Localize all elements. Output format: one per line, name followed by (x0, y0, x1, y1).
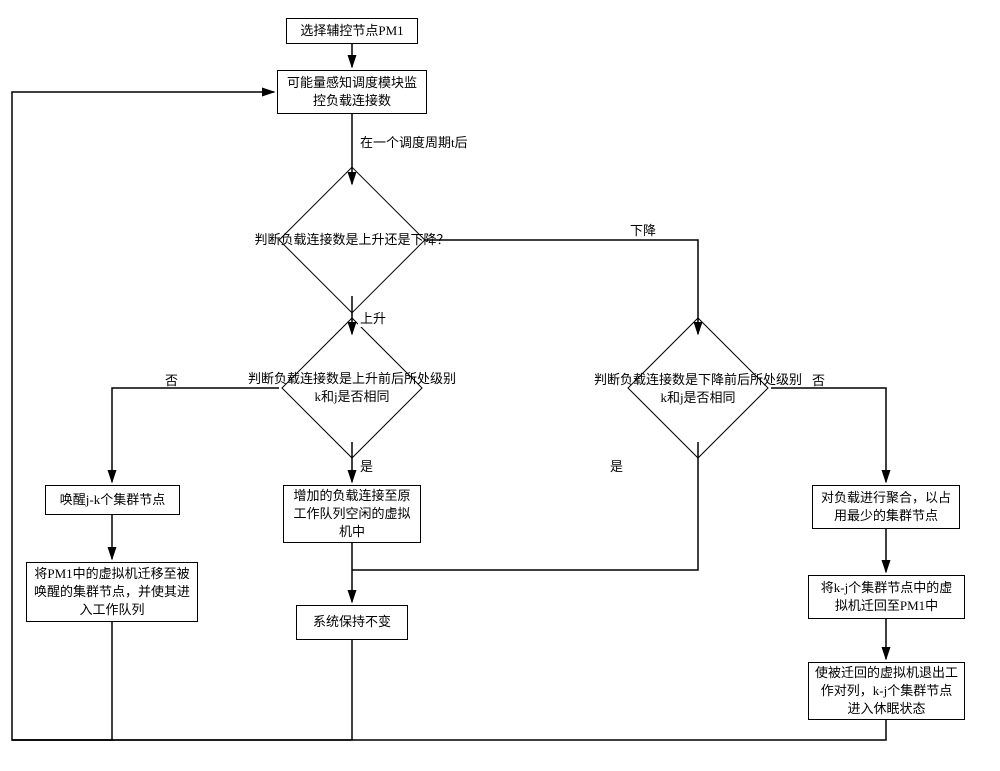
label-yes-left: 是 (358, 456, 375, 475)
diamond-up-down (278, 166, 425, 313)
label-text: 下降 (630, 223, 656, 238)
label-text: 否 (812, 373, 825, 388)
node-monitor: 可能量感知调度模块监控负载连接数 (277, 70, 427, 114)
node-text: 可能量感知调度模块监控负载连接数 (284, 74, 420, 110)
node-text: 选择辅控节点PM1 (300, 22, 403, 40)
node-select-pm1: 选择辅控节点PM1 (286, 18, 418, 44)
label-text: 上升 (360, 311, 386, 326)
node-text: 将PM1中的虚拟机迁移至被唤醒的集群节点，并使其进入工作队列 (33, 565, 191, 620)
diamond-rise-same (281, 317, 422, 458)
node-text: 使被迁回的虚拟机退出工作对列，k-j个集群节点进入休眠状态 (815, 664, 958, 719)
label-yes-right: 是 (608, 456, 625, 475)
label-falling: 下降 (628, 220, 658, 239)
label-after-cycle: 在一个调度周期t后 (358, 132, 470, 151)
label-rising: 上升 (358, 308, 388, 327)
node-migrate-from-pm1: 将PM1中的虚拟机迁移至被唤醒的集群节点，并使其进入工作队列 (26, 562, 198, 622)
node-add-load: 增加的负载连接至原工作队列空闲的虚拟机中 (283, 485, 421, 543)
node-text: 系统保持不变 (313, 613, 391, 631)
node-text: 将k-j个集群节点中的虚拟机迁回至PM1中 (815, 579, 958, 615)
node-exit-queue: 使被迁回的虚拟机退出工作对列，k-j个集群节点进入休眠状态 (808, 662, 965, 720)
node-wake: 唤醒j-k个集群节点 (45, 485, 180, 515)
node-migrate-to-pm1: 将k-j个集群节点中的虚拟机迁回至PM1中 (808, 575, 965, 619)
label-text: 否 (165, 373, 178, 388)
node-text: 对负载进行聚合，以占用最少的集群节点 (819, 489, 953, 525)
diamond-fall-same (627, 317, 768, 458)
label-text: 在一个调度周期t后 (360, 135, 468, 150)
label-no-left: 否 (163, 370, 180, 389)
flowchart-arrows (0, 0, 1000, 771)
node-text: 增加的负载连接至原工作队列空闲的虚拟机中 (290, 487, 414, 542)
label-text: 是 (360, 459, 373, 474)
node-unchanged: 系统保持不变 (296, 605, 408, 640)
node-aggregate: 对负载进行聚合，以占用最少的集群节点 (812, 485, 960, 529)
node-text: 唤醒j-k个集群节点 (60, 491, 165, 509)
label-no-right: 否 (810, 370, 827, 389)
label-text: 是 (610, 459, 623, 474)
